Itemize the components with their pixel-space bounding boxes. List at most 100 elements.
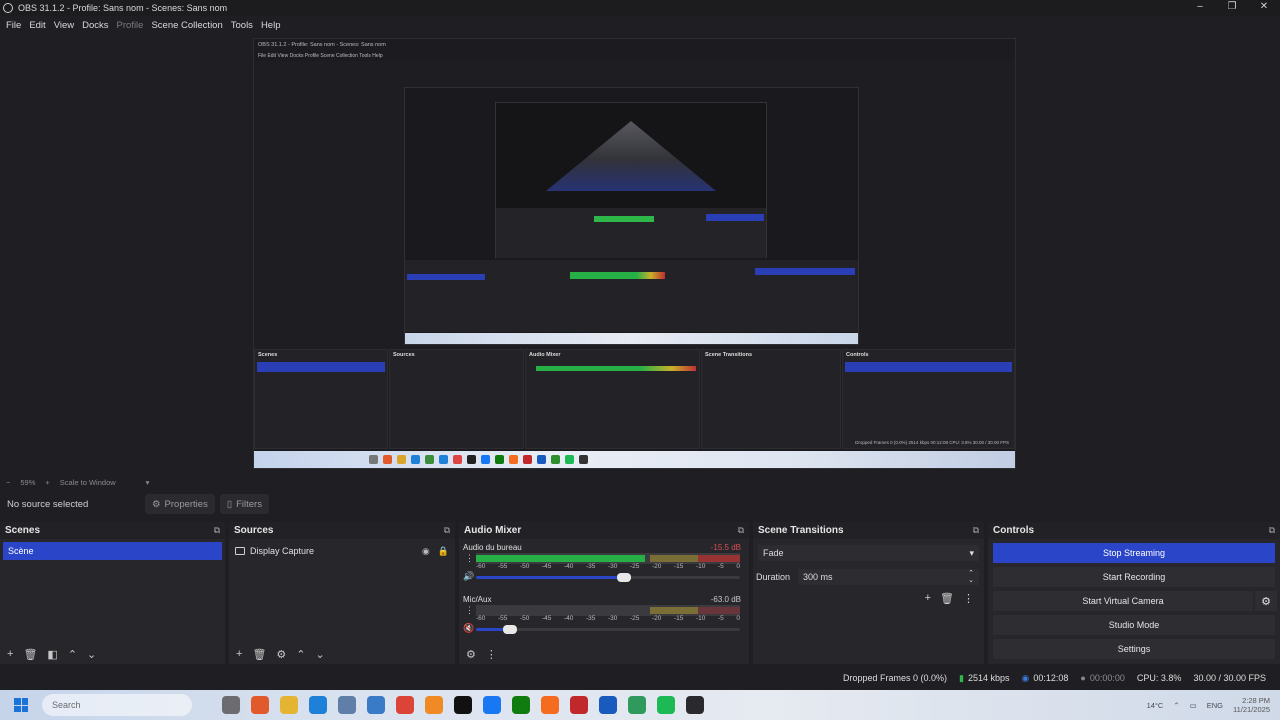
minimize-button[interactable]: – <box>1184 0 1216 16</box>
nested-mixer-title: Audio Mixer <box>529 352 561 358</box>
taskbar-apps <box>222 696 704 714</box>
fps-indicator: 30.00 / 30.00 FPS <box>1193 673 1266 683</box>
virtual-camera-settings-gear-icon[interactable]: ⚙ <box>1255 591 1277 611</box>
clock[interactable]: 2:28 PM 11/21/2025 <box>1233 696 1270 714</box>
spotify-icon[interactable] <box>657 696 675 714</box>
stop-streaming-button[interactable]: Stop Streaming <box>993 543 1275 563</box>
muted-speaker-icon[interactable]: 🔇 <box>463 623 474 634</box>
app-icon-green[interactable] <box>628 696 646 714</box>
lock-icon[interactable]: 🔒 <box>438 546 449 557</box>
move-up-icon[interactable]: ⌃ <box>68 648 77 661</box>
start-recording-button[interactable]: Start Recording <box>993 567 1275 587</box>
task-view-icon[interactable] <box>222 696 240 714</box>
close-button[interactable]: ✕ <box>1248 0 1280 16</box>
spin-arrows-icon[interactable]: ⌃ ⌄ <box>968 570 974 584</box>
windows-taskbar: Search 14°C ⌃ ▭ ENG 2:28 PM 11/21/2025 <box>0 690 1280 720</box>
speaker-icon[interactable]: 🔊 <box>463 571 474 582</box>
obs-taskbar-icon[interactable] <box>686 696 704 714</box>
source-item-display-capture[interactable]: Display Capture ◉ 🔒 <box>229 542 455 560</box>
properties-button[interactable]: ⚙ Properties <box>145 494 215 514</box>
menu-tools[interactable]: Tools <box>227 20 257 31</box>
scale-mode-dropdown-icon[interactable]: ▾ <box>146 478 150 487</box>
xbox-icon[interactable] <box>512 696 530 714</box>
volume-slider-handle[interactable] <box>503 625 518 634</box>
file-explorer-icon[interactable] <box>280 696 298 714</box>
studio-mode-button[interactable]: Studio Mode <box>993 615 1275 635</box>
chrome-icon[interactable] <box>396 696 414 714</box>
language-indicator[interactable]: ENG <box>1207 701 1223 710</box>
scale-mode-label[interactable]: Scale to Window <box>60 478 116 487</box>
volume-slider-handle[interactable] <box>616 573 631 582</box>
edge-icon[interactable] <box>309 696 327 714</box>
add-scene-icon[interactable]: + <box>7 648 13 660</box>
source-properties-icon[interactable]: ⚙ <box>276 648 286 661</box>
advanced-audio-icon[interactable]: ⚙ <box>466 648 476 661</box>
undock-icon[interactable]: ⧉ <box>973 525 979 536</box>
menu-edit[interactable]: Edit <box>25 20 49 31</box>
channel-db: -15.5 dB <box>710 543 741 552</box>
settings-button[interactable]: Settings <box>993 639 1275 659</box>
nested-controls-title: Controls <box>846 352 869 358</box>
menu-docks[interactable]: Docks <box>78 20 112 31</box>
mixer-menu-icon[interactable]: ⋮ <box>486 648 497 661</box>
meter-tick-label: 0 <box>736 615 740 622</box>
duration-value: 300 ms <box>803 572 833 582</box>
copilot-icon[interactable] <box>251 696 269 714</box>
app-icon-a[interactable] <box>541 696 559 714</box>
meter-danger-zone <box>697 607 740 614</box>
menu-help[interactable]: Help <box>257 20 285 31</box>
channel-menu-icon[interactable]: ⋮ <box>465 605 474 616</box>
network-icon[interactable]: ▭ <box>1190 701 1197 710</box>
tiktok-icon[interactable] <box>454 696 472 714</box>
start-virtual-camera-button[interactable]: Start Virtual Camera <box>1082 596 1163 606</box>
windows-start-icon[interactable] <box>14 698 28 712</box>
zoom-in-button[interactable]: + <box>45 478 49 487</box>
store-icon[interactable] <box>338 696 356 714</box>
remove-scene-icon[interactable]: 🗑 <box>23 648 37 661</box>
duration-label: Duration <box>756 572 791 582</box>
add-source-icon[interactable]: + <box>236 648 242 660</box>
scene-filters-icon[interactable]: ◧ <box>47 648 57 661</box>
app-icon-orange[interactable] <box>425 696 443 714</box>
meter-danger-zone <box>697 555 740 562</box>
transitions-title: Scene Transitions <box>758 525 844 536</box>
visibility-eye-icon[interactable]: ◉ <box>422 546 430 557</box>
scene-item[interactable]: Scène <box>3 542 222 560</box>
add-transition-icon[interactable]: + <box>925 592 931 605</box>
meter-tick-label: -10 <box>696 615 706 622</box>
tray-chevron-icon[interactable]: ⌃ <box>1173 701 1179 710</box>
nested-preview-level3 <box>495 102 767 258</box>
maximize-button[interactable]: ❐ <box>1216 0 1248 16</box>
menu-file[interactable]: File <box>2 20 25 31</box>
word-icon[interactable] <box>599 696 617 714</box>
app-icon-red[interactable] <box>570 696 588 714</box>
undock-icon[interactable]: ⧉ <box>738 525 744 536</box>
menu-bar: File Edit View Docks Profile Scene Colle… <box>0 16 1280 34</box>
facebook-icon[interactable] <box>483 696 501 714</box>
volume-slider[interactable] <box>476 573 740 582</box>
undock-icon[interactable]: ⧉ <box>214 525 220 536</box>
photos-icon[interactable] <box>367 696 385 714</box>
zoom-out-button[interactable]: − <box>6 478 10 487</box>
remove-source-icon[interactable]: 🗑 <box>252 648 266 661</box>
channel-menu-icon[interactable]: ⋮ <box>465 553 474 564</box>
menu-view[interactable]: View <box>50 20 78 31</box>
undock-icon[interactable]: ⧉ <box>1269 525 1275 536</box>
transition-menu-icon[interactable]: ⋮ <box>963 592 974 605</box>
transition-select[interactable]: Fade ▾ <box>758 545 979 561</box>
taskbar-search[interactable]: Search <box>42 694 192 716</box>
meter-tick-label: -60 <box>476 563 486 570</box>
remove-transition-icon[interactable]: 🗑 <box>940 592 954 605</box>
move-down-icon[interactable]: ⌄ <box>316 648 325 661</box>
weather-temp[interactable]: 14°C <box>1147 701 1164 710</box>
move-up-icon[interactable]: ⌃ <box>296 648 305 661</box>
transition-tools: + 🗑 ⋮ <box>925 592 974 605</box>
undock-icon[interactable]: ⧉ <box>444 525 450 536</box>
volume-slider[interactable] <box>476 625 740 634</box>
menu-scene-collection[interactable]: Scene Collection <box>147 20 226 31</box>
duration-spinbox[interactable]: 300 ms ⌃ ⌄ <box>798 569 979 585</box>
move-down-icon[interactable]: ⌄ <box>87 648 96 661</box>
menu-profile[interactable]: Profile <box>113 20 148 31</box>
filters-button[interactable]: ▯ Filters <box>219 494 269 514</box>
scenes-title: Scenes <box>5 525 41 536</box>
